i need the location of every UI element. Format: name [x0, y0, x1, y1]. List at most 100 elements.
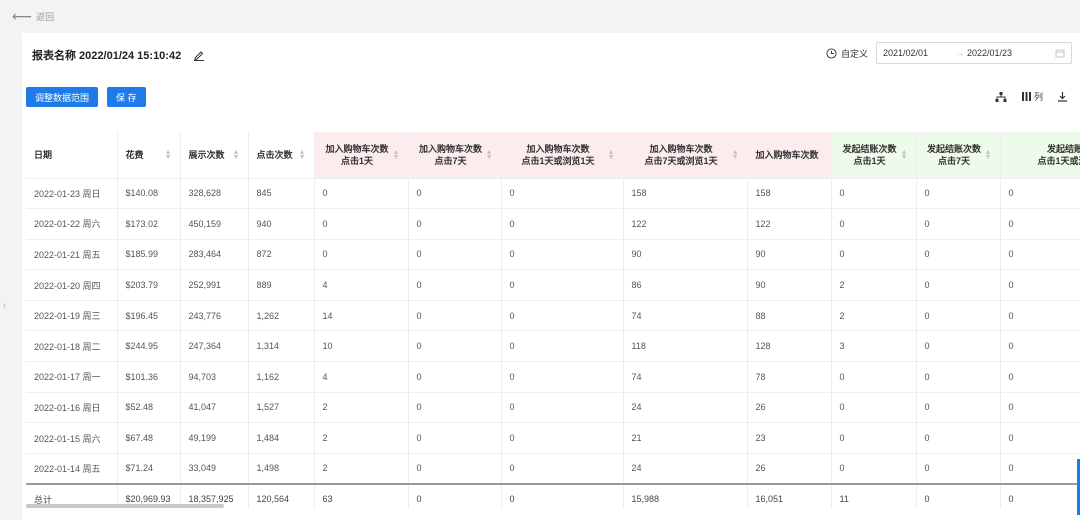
table-cell: 2 [831, 300, 917, 332]
total-cell: 15,988 [623, 482, 748, 509]
header-atc-click1d[interactable]: 加入购物车次数 点击1天 ▲ ▼ [314, 132, 409, 179]
total-cell: 0 [1000, 482, 1080, 509]
table-cell: 158 [623, 178, 748, 210]
table-cell: 0 [501, 330, 624, 363]
table-cell: 0 [916, 269, 1001, 301]
table-cell: 0 [408, 361, 502, 393]
custom-range-label[interactable]: 自定义 [841, 47, 868, 60]
table-cell: 0 [831, 453, 917, 485]
sort-icon[interactable]: ▲ ▼ [732, 149, 739, 161]
table-cell: 0 [501, 178, 624, 210]
edit-icon[interactable] [193, 49, 205, 61]
sort-icon[interactable]: ▲ ▼ [233, 149, 240, 161]
header-atc-click7d[interactable]: 加入购物车次数 点击7天 ▲ ▼ [408, 132, 502, 179]
header-spend[interactable]: 花费 ▲ ▼ [117, 132, 181, 179]
table-cell: $67.48 [117, 422, 181, 454]
table-cell: 122 [747, 208, 832, 240]
table-cell: 1,498 [248, 453, 315, 485]
horizontal-scrollbar[interactable] [26, 504, 224, 508]
range-separator: → [955, 48, 965, 58]
table-cell: 2022-01-21 周五 [26, 239, 118, 271]
table-cell: 2 [314, 392, 409, 424]
table-cell: $173.02 [117, 208, 181, 240]
calendar-icon[interactable] [1055, 48, 1065, 58]
table-cell: $140.08 [117, 178, 181, 210]
download-icon[interactable] [1057, 91, 1068, 102]
table-cell: 2022-01-17 周一 [26, 361, 118, 393]
report-table-container[interactable]: 日期 花费 ▲ ▼ 展示次数 ▲ ▼ 点击次数 ▲ ▼ 加入购物车次数 点击1天 ▲ ▼ 加入购物… [26, 132, 1080, 509]
header-clicks[interactable]: 点击次数 ▲ ▼ [248, 132, 315, 179]
table-row: 2022-01-20 周四 $203.79 252,991 889 4 0 0 86 90 2 0 0 [26, 269, 1080, 301]
header-atc-click7d-view1d[interactable]: 加入购物车次数 点击7天或浏览1天 ▲ ▼ [623, 132, 748, 179]
header-checkout-click1d-view1d[interactable]: 发起结账次数点击1天或浏览1天 [1000, 132, 1080, 179]
table-cell: $52.48 [117, 392, 181, 424]
table-cell: 0 [501, 422, 624, 454]
table-cell: 74 [623, 361, 748, 393]
sort-icon[interactable]: ▲ ▼ [608, 149, 615, 161]
sort-icon[interactable]: ▲ ▼ [985, 149, 992, 161]
table-cell: 0 [916, 330, 1001, 363]
table-cell: 2 [314, 422, 409, 454]
table-cell: 41,047 [180, 392, 249, 424]
table-cell: $101.36 [117, 361, 181, 393]
total-cell: 11 [831, 482, 917, 509]
back-link[interactable]: ⟵ 返回 [0, 0, 1080, 33]
table-row: 2022-01-14 周五 $71.24 33,049 1,498 2 0 0 24 26 0 0 0 [26, 453, 1080, 485]
save-button[interactable]: 保 存 [107, 87, 146, 107]
adjust-range-button[interactable]: 调整数据范围 [26, 87, 99, 107]
start-date[interactable]: 2021/02/01 [883, 48, 953, 58]
table-cell: 0 [831, 392, 917, 424]
total-cell: 0 [501, 482, 624, 509]
table-cell: 26 [747, 392, 832, 424]
header-impressions[interactable]: 展示次数 ▲ ▼ [180, 132, 249, 179]
table-cell: 0 [314, 178, 409, 210]
table-cell: 0 [831, 208, 917, 240]
table-cell: 283,464 [180, 239, 249, 271]
table-cell: 450,159 [180, 208, 249, 240]
total-cell: 16,051 [747, 482, 832, 509]
table-cell: 0 [501, 208, 624, 240]
sort-icon[interactable]: ▲ ▼ [901, 149, 908, 161]
table-cell: 845 [248, 178, 315, 210]
back-label: 返回 [36, 12, 55, 22]
page-title: 报表名称 2022/01/24 15:10:42 [32, 50, 182, 62]
title-row: 报表名称 2022/01/24 15:10:42 自定义 2021/02/01 … [22, 33, 1080, 77]
sort-icon[interactable]: ▲ ▼ [165, 149, 172, 161]
table-cell: 0 [1000, 208, 1080, 240]
total-cell: 0 [916, 482, 1001, 509]
sidebar-collapse-icon[interactable]: ‹ [3, 300, 6, 310]
table-cell: 2 [314, 453, 409, 485]
hierarchy-icon[interactable] [995, 91, 1007, 103]
sort-icon[interactable]: ▲ ▼ [486, 149, 493, 161]
table-row: 2022-01-21 周五 $185.99 283,464 872 0 0 0 90 90 0 0 0 [26, 239, 1080, 271]
sort-icon[interactable]: ▲ ▼ [299, 149, 306, 161]
table-cell: 78 [747, 361, 832, 393]
table-cell: 4 [314, 269, 409, 301]
header-checkout-click1d[interactable]: 发起结账次数 点击1天 ▲ ▼ [831, 132, 917, 179]
table-cell: 0 [314, 208, 409, 240]
date-filter: 自定义 2021/02/01 → 2022/01/23 [826, 42, 1072, 64]
table-cell: 0 [916, 422, 1001, 454]
sort-icon[interactable]: ▲ ▼ [393, 149, 400, 161]
table-cell: 122 [623, 208, 748, 240]
table-cell: 0 [501, 269, 624, 301]
header-atc-total: 加入购物车次数 [747, 132, 832, 179]
end-date[interactable]: 2022/01/23 [967, 48, 1047, 58]
table-cell: 0 [408, 178, 502, 210]
table-cell: 2022-01-20 周四 [26, 269, 118, 301]
table-cell: 10 [314, 330, 409, 363]
table-cell: 2022-01-15 周六 [26, 422, 118, 454]
header-checkout-click7d[interactable]: 发起结账次数 点击7天 ▲ ▼ [916, 132, 1001, 179]
table-cell: 90 [623, 239, 748, 271]
table-cell: 0 [1000, 392, 1080, 424]
table-cell: 0 [501, 392, 624, 424]
date-range-picker[interactable]: 2021/02/01 → 2022/01/23 [876, 42, 1072, 64]
table-cell: 0 [501, 453, 624, 485]
table-cell: 86 [623, 269, 748, 301]
columns-button[interactable]: 列 [1021, 90, 1043, 103]
table-cell: 14 [314, 300, 409, 332]
table-row: 2022-01-15 周六 $67.48 49,199 1,484 2 0 0 21 23 0 0 0 [26, 422, 1080, 454]
header-atc-click1d-view1d[interactable]: 加入购物车次数 点击1天或浏览1天 ▲ ▼ [501, 132, 624, 179]
table-cell: 0 [1000, 361, 1080, 393]
table-cell: 128 [747, 330, 832, 363]
